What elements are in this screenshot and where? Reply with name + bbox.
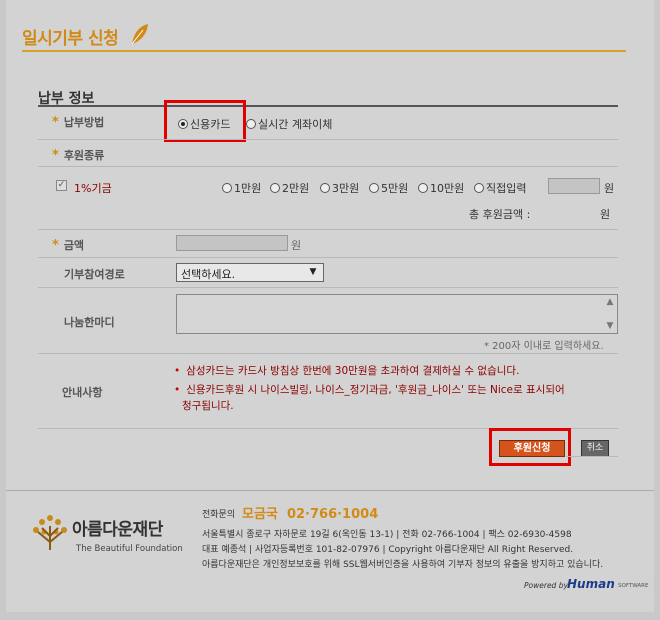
support-type-label: * 후원종류 — [52, 148, 105, 163]
amount-input[interactable] — [176, 235, 288, 251]
row-divider — [38, 166, 618, 167]
radio-20000[interactable]: 2만원 — [270, 180, 309, 196]
row-divider — [566, 456, 618, 457]
row-divider — [38, 353, 618, 354]
notice-line-2: • 신용카드후원 시 나이스빌링, 나이스_정기과금, '후원금_나이스' 또는 … — [174, 384, 565, 396]
title-divider — [22, 50, 626, 52]
notice-label: 안내사항 — [62, 386, 103, 399]
message-hint: * 200자 이내로 입력하세요. — [484, 341, 604, 352]
chevron-down-icon: ▼ — [309, 267, 317, 277]
tree-logo-icon — [33, 515, 67, 550]
notice-line-1: • 삼성카드는 카드사 방침상 한번에 30만원을 초과하여 결제하실 수 없습니… — [174, 365, 520, 377]
radio-50000[interactable]: 5만원 — [369, 180, 408, 196]
radio-10000[interactable]: 1만원 — [222, 180, 261, 196]
radio-30000[interactable]: 3만원 — [320, 180, 359, 196]
footer-address: 서울특별시 종로구 자하문로 19길 6(옥인동 13-1) | 전화 02-7… — [202, 530, 572, 540]
amount-unit: 원 — [291, 239, 302, 252]
notice-line-3: 청구됩니다. — [182, 400, 234, 412]
radio-custom-amount[interactable]: 직접입력 — [474, 180, 526, 196]
required-star-icon: * — [52, 115, 59, 130]
footer-registration: 대표 예종석 | 사업자등록번호 101-82-07976 | Copyrigh… — [202, 545, 574, 555]
row-divider — [38, 229, 618, 230]
radio-icon — [369, 183, 379, 193]
scroll-up-icon[interactable]: ▲ — [605, 297, 615, 307]
section-divider — [38, 105, 618, 107]
radio-icon — [418, 183, 428, 193]
row-divider — [38, 139, 618, 140]
radio-bank-transfer[interactable]: 실시간 계좌이체 — [246, 116, 332, 132]
powered-by-label: Powered by — [524, 581, 568, 590]
scroll-down-icon[interactable]: ▼ — [605, 321, 615, 331]
radio-icon — [320, 183, 330, 193]
one-percent-checkbox[interactable]: ✓ — [56, 180, 67, 191]
message-label: 나눔한마디 — [64, 316, 115, 329]
bullet-icon: • — [174, 384, 181, 396]
vendor-suffix: SOFTWARE — [618, 583, 649, 589]
required-star-icon: * — [52, 148, 59, 163]
tel-contact: 모금국 02·766·1004 — [242, 507, 379, 522]
radio-100000[interactable]: 10만원 — [418, 180, 464, 196]
radio-icon — [270, 183, 280, 193]
row-divider — [38, 287, 618, 288]
radio-icon — [474, 183, 484, 193]
route-select[interactable]: 선택하세요. ▼ — [176, 263, 324, 282]
amount-label: * 금액 — [52, 238, 85, 253]
message-textarea[interactable]: ▲ ▼ — [176, 294, 618, 334]
radio-selected-icon — [178, 119, 188, 129]
custom-amount-unit: 원 — [604, 182, 615, 195]
route-label: 기부참여경로 — [64, 268, 125, 281]
payment-method-label: * 납부방법 — [52, 115, 105, 130]
radio-icon — [246, 119, 256, 129]
tel-label: 전화문의 — [202, 510, 236, 520]
radio-credit-card[interactable]: 신용카드 — [178, 116, 230, 132]
footer-divider — [6, 490, 654, 491]
row-divider — [38, 257, 618, 258]
donation-page: 일시기부 신청 납부 정보 * 납부방법 신용카드 실시간 계좌이체 * 후원종류 … — [6, 0, 654, 612]
required-star-icon: * — [52, 238, 59, 253]
total-amount-unit: 원 — [600, 208, 611, 221]
bullet-icon: • — [174, 365, 181, 377]
total-amount-label: 총 후원금액 : — [469, 208, 531, 221]
custom-amount-input[interactable] — [548, 178, 600, 194]
submit-donation-button[interactable]: 후원신청 — [499, 440, 565, 457]
vendor-logo: Human — [567, 577, 615, 591]
leaf-icon — [131, 24, 148, 45]
one-percent-label: 1%기금 — [74, 182, 112, 195]
page-title: 일시기부 신청 — [22, 29, 119, 49]
cancel-button[interactable]: 취소 — [581, 440, 609, 457]
footer-privacy: 아름다운재단은 개인정보보호를 위해 SSL웹서버인증을 사용하여 기부자 정보… — [202, 560, 604, 570]
foundation-logo-text: 아름다운재단 — [72, 520, 163, 540]
radio-icon — [222, 183, 232, 193]
foundation-logo-english: The Beautiful Foundation — [76, 544, 183, 554]
